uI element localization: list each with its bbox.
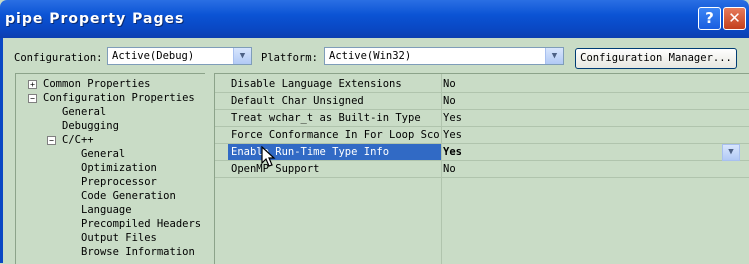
tree-item-debugging[interactable]: Debugging [62, 120, 119, 132]
tree-item-general[interactable]: General [62, 106, 106, 118]
configuration-dropdown[interactable]: Active(Debug) ▼ [107, 47, 252, 65]
tree-item-cpp[interactable]: C/C++ [62, 134, 94, 146]
tree-item-configuration-properties[interactable]: Configuration Properties [43, 92, 195, 104]
property-row-selected[interactable]: Enable Run-Time Type Info Yes ▼ [215, 144, 749, 161]
property-name: Default Char Unsigned [231, 95, 364, 107]
collapse-minus-icon[interactable]: − [47, 136, 56, 145]
property-value[interactable]: No [443, 95, 456, 107]
configuration-label: Configuration: [14, 52, 103, 64]
collapse-minus-icon[interactable]: − [28, 94, 37, 103]
tree-item-precompiled-headers[interactable]: Precompiled Headers [81, 218, 201, 230]
configuration-value: Active(Debug) [112, 50, 195, 62]
property-name: Disable Language Extensions [231, 78, 402, 90]
property-value[interactable]: No [443, 78, 456, 90]
close-button[interactable]: ✕ [723, 7, 746, 30]
tree-item-browse-information[interactable]: Browse Information [81, 246, 195, 258]
help-button[interactable]: ? [698, 7, 721, 30]
tree-item-optimization[interactable]: Optimization [81, 162, 157, 174]
window-title: pipe Property Pages [5, 11, 185, 27]
property-grid: Disable Language Extensions No Default C… [214, 73, 749, 264]
expand-plus-icon[interactable]: + [28, 80, 37, 89]
tree-item-language[interactable]: Language [81, 204, 132, 216]
tree-item-output-files[interactable]: Output Files [81, 232, 157, 244]
platform-dropdown[interactable]: Active(Win32) ▼ [324, 47, 564, 65]
property-row[interactable]: Force Conformance In For Loop Scope Yes [215, 127, 749, 144]
property-tree: + Common Properties − Configuration Prop… [15, 73, 205, 264]
tree-item-cpp-general[interactable]: General [81, 148, 125, 160]
chevron-down-icon[interactable]: ▼ [722, 144, 740, 161]
tree-item-code-generation[interactable]: Code Generation [81, 190, 176, 202]
chevron-down-icon[interactable]: ▼ [233, 48, 251, 64]
mouse-pointer-icon [261, 146, 276, 167]
property-value[interactable]: Yes [443, 112, 462, 124]
platform-value: Active(Win32) [329, 50, 412, 62]
property-value-dropdown[interactable]: Yes [443, 146, 462, 158]
tree-item-preprocessor[interactable]: Preprocessor [81, 176, 157, 188]
property-value[interactable]: No [443, 163, 456, 175]
property-row[interactable]: Treat wchar_t as Built-in Type Yes [215, 110, 749, 127]
property-row[interactable]: Default Char Unsigned No [215, 93, 749, 110]
platform-label: Platform: [261, 52, 318, 64]
tree-item-common-properties[interactable]: Common Properties [43, 78, 150, 90]
property-name: Force Conformance In For Loop Scope [231, 129, 439, 141]
configuration-manager-button[interactable]: Configuration Manager... [575, 48, 737, 69]
property-row[interactable]: Disable Language Extensions No [215, 76, 749, 93]
title-bar: pipe Property Pages ? ✕ [0, 0, 749, 38]
property-name: Treat wchar_t as Built-in Type [231, 112, 421, 124]
chevron-down-icon[interactable]: ▼ [545, 48, 563, 64]
property-value[interactable]: Yes [443, 129, 462, 141]
dialog-body: Configuration: Active(Debug) ▼ Platform:… [0, 38, 749, 264]
property-row[interactable]: OpenMP Support No [215, 161, 749, 178]
